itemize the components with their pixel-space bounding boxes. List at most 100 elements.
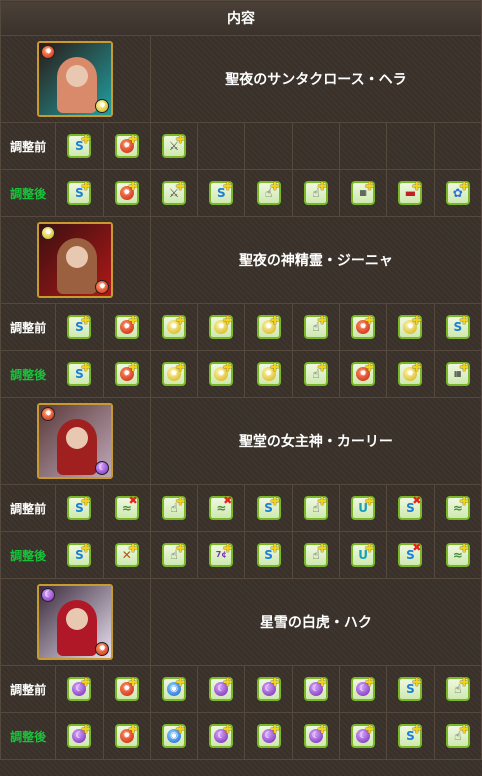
time-extend-finger-icon: ☝ ✚ — [303, 180, 328, 205]
fire-orb-enhance-icon: ✹ ✚ — [114, 180, 139, 205]
awakening-cell — [433, 122, 482, 170]
after-label: 調整後 — [0, 350, 57, 398]
character-portrait[interactable]: ✹ ✹ — [37, 222, 114, 298]
plus-mark-icon: ✚ — [81, 542, 91, 555]
awakening-row-before: 調整前 S ✚ ≈ ✖ ☝ ✚ ≈ ✖ S ✚ ☝ ✚ U ✚ S ✖ ≈ ✚ — [0, 484, 482, 532]
plus-mark-icon: ✚ — [317, 542, 327, 555]
time-extend-finger-icon: ☝ ✚ — [303, 314, 328, 339]
awakening-cell: ☾ ✚ — [244, 665, 293, 713]
before-label: 調整前 — [0, 303, 57, 351]
awakening-cell: S ✚ — [55, 531, 104, 579]
character-name: 聖夜のサンタクロース・ヘラ — [225, 72, 407, 88]
character-name-cell: 星雪の白虎・ハク — [149, 578, 482, 666]
awakening-row-after: 調整後 S ✚ ✹ ✚ ✹ ✚ ✹ ✚ ✹ ✚ ☝ ✚ ✹ ✚ ✹ ✚ ▦ ✚ — [0, 350, 482, 398]
dark-orb-enhance-icon: ☾ ✚ — [209, 723, 234, 748]
awakening-cell: ✹ ✚ — [339, 303, 388, 351]
plus-mark-icon: ✚ — [317, 723, 327, 736]
ribbon-icon: ✿ ✚ — [445, 180, 470, 205]
plus-mark-icon: ✚ — [317, 495, 327, 508]
character-portrait[interactable]: ☾ ✹ — [37, 584, 114, 660]
awakening-cell: ✿ ✚ — [433, 169, 482, 217]
two-way-attack-icon: S ✚ — [256, 495, 281, 520]
two-way-attack-icon: S ✚ — [67, 542, 92, 567]
dark-orb-enhance-icon: ☾ ✚ — [209, 676, 234, 701]
time-extend-finger-icon: ☝ ✚ — [256, 180, 281, 205]
plus-mark-icon: ✚ — [175, 542, 186, 555]
character-portrait[interactable]: ✹ ✹ — [37, 41, 114, 117]
awakening-cell: ✹ ✚ — [386, 303, 435, 351]
awakening-cell: ☾ ✚ — [244, 712, 293, 760]
plus-mark-icon: ✚ — [270, 676, 280, 689]
portrait-cell: ✹ ✹ — [0, 216, 151, 304]
awakening-cell: ☾ ✚ — [291, 665, 341, 713]
plus-mark-icon: ✚ — [81, 676, 91, 689]
time-extend-finger-icon: ☝ ✚ — [303, 361, 328, 386]
plus-mark-icon: ✚ — [128, 314, 138, 327]
two-way-attack-icon: S ✚ — [67, 314, 92, 339]
plus-mark-icon: ✚ — [81, 180, 91, 193]
plus-mark-icon: ✚ — [459, 723, 469, 736]
time-extend-finger-icon: ☝ ✚ — [445, 723, 470, 748]
awakening-cell — [386, 122, 435, 170]
awakening-cell: ✹ ✚ — [102, 122, 151, 170]
awakening-cell: ☾ ✚ — [339, 712, 388, 760]
awakening-cell: ◉ ✚ — [149, 665, 199, 713]
character-name: 聖夜の神精霊・ジーニャ — [238, 253, 393, 269]
cross-mark-icon: ✖ — [412, 494, 422, 507]
awakening-cell: ✹ ✚ — [149, 350, 199, 398]
plus-mark-icon: ✚ — [364, 723, 375, 736]
light-orb-enhance-icon: ✹ ✚ — [256, 361, 281, 386]
plus-mark-icon: ✚ — [412, 180, 422, 193]
content-table: 内容 ✹ ✹ 聖夜のサンタクロース・ヘラ 調整前 S ✚ ✹ ✚ ⚔ ✚ 調整後 S ✚ ✹ ✚ ⚔ ✚ S ✚ ☝ ✚… — [0, 0, 482, 760]
time-extend-finger-icon: ☝ ✚ — [445, 676, 470, 701]
awakening-cell: ✹ ✚ — [102, 169, 151, 217]
awakening-cell: ☝ ✚ — [291, 169, 341, 217]
awakening-cell: ☾ ✚ — [55, 665, 104, 713]
plus-mark-icon: ✚ — [128, 542, 138, 555]
fire-orb-enhance-icon: ✹ ✚ — [114, 314, 139, 339]
awakening-cell: ◉ ✚ — [149, 712, 199, 760]
plus-mark-icon: ✚ — [81, 314, 91, 327]
plus-mark-icon: ✚ — [223, 676, 233, 689]
plus-mark-icon: ✚ — [128, 723, 138, 736]
awakening-cell: ☝ ✚ — [149, 531, 199, 579]
dark-orb-enhance-icon: ☾ ✚ — [351, 723, 376, 748]
time-extend-finger-icon: ☝ ✚ — [303, 542, 328, 567]
awakening-row-before: 調整前 S ✚ ✹ ✚ ✹ ✚ ✹ ✚ ✹ ✚ ☝ ✚ ✹ ✚ ✹ ✚ S ✚ — [0, 303, 482, 351]
dark-orb-enhance-icon: ☾ ✚ — [303, 676, 328, 701]
awakening-cell: ▦ ✚ — [339, 169, 388, 217]
character-portrait[interactable]: ✹ ☾ — [37, 403, 114, 479]
awakening-cell: ☾ ✚ — [291, 712, 341, 760]
awakening-cell: ☝ ✚ — [291, 484, 341, 532]
plus-mark-icon: ✚ — [128, 180, 138, 193]
plus-mark-icon: ✚ — [128, 361, 138, 374]
plus-mark-icon: ✚ — [270, 723, 280, 736]
awakening-cell: S ✚ — [197, 169, 246, 217]
character-row: ✹ ☾ 聖堂の女主神・カーリー — [0, 397, 482, 485]
awakening-cell: ☝ ✚ — [433, 712, 482, 760]
awakening-cell: ☝ ✚ — [433, 665, 482, 713]
awakening-cell: S ✚ — [244, 531, 293, 579]
dark-orb-enhance-icon: ☾ ✚ — [351, 676, 376, 701]
portrait-cell: ✹ ✹ — [0, 35, 151, 123]
plus-mark-icon: ✚ — [364, 542, 375, 555]
awakening-cell: ≈ ✚ — [433, 484, 482, 532]
awakening-cell: ✹ ✚ — [339, 350, 388, 398]
header-title: 内容 — [227, 11, 255, 27]
light-orb-enhance-icon: ✹ ✚ — [209, 314, 234, 339]
plus-mark-icon: ✚ — [364, 495, 375, 508]
awakening-cell: ✹ ✚ — [102, 712, 151, 760]
fire-orb-enhance-icon: ✹ ✚ — [114, 133, 139, 158]
awakening-row-before: 調整前 S ✚ ✹ ✚ ⚔ ✚ — [0, 122, 482, 170]
resist-icon: ✕ ✚ — [114, 542, 139, 567]
awakening-cell: ▬ ✚ — [386, 169, 435, 217]
character-name: 星雪の白虎・ハク — [259, 615, 372, 631]
plus-mark-icon: ✚ — [270, 495, 280, 508]
awakening-cell: ≈ ✖ — [197, 484, 246, 532]
plus-mark-icon: ✚ — [459, 495, 469, 508]
awakening-cell: ✹ ✚ — [386, 350, 435, 398]
plus-mark-icon: ✚ — [317, 676, 327, 689]
plus-mark-icon: ✚ — [175, 361, 186, 374]
devil-killer-sword-icon: ⚔ ✚ — [162, 180, 187, 205]
plus-mark-icon: ✚ — [412, 723, 422, 736]
